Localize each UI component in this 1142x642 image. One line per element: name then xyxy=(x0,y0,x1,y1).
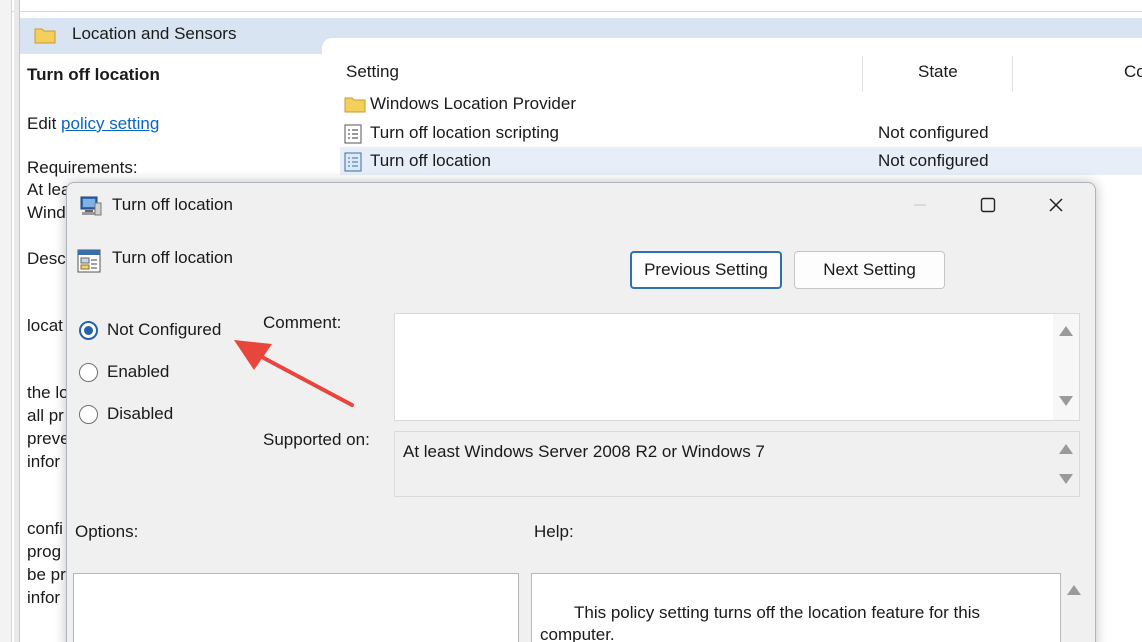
computer-icon xyxy=(79,195,103,222)
desc-fragment: infor xyxy=(27,452,61,471)
policy-icon xyxy=(344,124,362,149)
header-title: Location and Sensors xyxy=(72,24,237,43)
scroll-up-arrow-icon[interactable] xyxy=(1059,444,1073,454)
policy-icon xyxy=(344,152,362,177)
splitter[interactable] xyxy=(14,0,20,642)
column-header-comment[interactable]: Co xyxy=(1124,62,1142,82)
column-header-state[interactable]: State xyxy=(918,62,958,82)
desc-fragment: Wind xyxy=(27,203,66,222)
desc-fragment: be pr xyxy=(27,565,66,584)
radio-label: Disabled xyxy=(107,404,174,423)
next-setting-button[interactable]: Next Setting xyxy=(794,251,945,289)
requirements-label: Requirements: xyxy=(27,158,138,177)
scroll-up-arrow-icon[interactable] xyxy=(1059,326,1073,336)
supported-on-label: Supported on: xyxy=(263,430,370,449)
left-pane-edge xyxy=(0,0,12,642)
radio-button[interactable] xyxy=(79,362,98,382)
policy-title: Turn off location xyxy=(27,65,160,84)
options-label: Options: xyxy=(75,522,139,541)
policy-dialog: Turn off location Turn off location Prev… xyxy=(66,182,1096,642)
radio-disabled[interactable]: Disabled xyxy=(79,404,173,424)
previous-setting-button[interactable]: Previous Setting xyxy=(630,251,782,289)
radio-button-checked[interactable] xyxy=(79,320,98,340)
radio-label: Not Configured xyxy=(107,320,222,339)
desc-fragment: all pr xyxy=(27,406,64,425)
desc-fragment: the lo xyxy=(27,383,69,402)
radio-label: Enabled xyxy=(107,362,170,381)
table-row[interactable]: Turn off location scripting Not configur… xyxy=(340,119,1142,147)
help-text: This policy setting turns off the locati… xyxy=(540,603,981,642)
row-name: Turn off location scripting xyxy=(370,123,559,142)
desc-fragment: infor xyxy=(27,588,61,607)
close-button[interactable] xyxy=(1033,189,1079,221)
comment-scrollbar[interactable] xyxy=(1053,314,1079,420)
window-top-edge xyxy=(0,0,1142,12)
help-scroll-up-icon[interactable] xyxy=(1067,585,1081,595)
column-header-setting[interactable]: Setting xyxy=(346,62,399,82)
scroll-down-arrow-icon[interactable] xyxy=(1059,396,1073,406)
minimize-button[interactable] xyxy=(897,189,943,221)
edit-policy-line: Edit policy setting xyxy=(27,113,159,135)
maximize-button[interactable] xyxy=(965,189,1011,221)
table-row[interactable]: Windows Location Provider xyxy=(340,90,1142,118)
row-name: Windows Location Provider xyxy=(370,94,576,113)
help-label: Help: xyxy=(534,522,574,541)
radio-enabled[interactable]: Enabled xyxy=(79,362,169,382)
supported-on-field: At least Windows Server 2008 R2 or Windo… xyxy=(394,431,1080,497)
supported-on-value: At least Windows Server 2008 R2 or Windo… xyxy=(403,442,765,461)
desc-fragment: Descr xyxy=(27,249,72,268)
desc-fragment: confi xyxy=(27,519,63,538)
scroll-down-arrow-icon[interactable] xyxy=(1059,474,1073,484)
desc-fragment: prog xyxy=(27,542,62,561)
row-state: Not configured xyxy=(878,123,989,142)
column-separator[interactable] xyxy=(1012,56,1013,92)
edit-prefix: Edit xyxy=(27,114,57,133)
dialog-title: Turn off location xyxy=(112,195,233,214)
desc-fragment: preve xyxy=(27,429,70,448)
options-pane xyxy=(73,573,519,642)
supported-scrollbar[interactable] xyxy=(1053,432,1079,496)
row-state: Not configured xyxy=(878,151,989,170)
desc-fragment: locat xyxy=(27,316,63,335)
column-separator[interactable] xyxy=(862,56,863,92)
policy-name: Turn off location xyxy=(112,248,233,267)
comment-label: Comment: xyxy=(263,313,342,332)
comment-textarea[interactable] xyxy=(394,313,1080,421)
header-tab xyxy=(322,38,1142,60)
row-name: Turn off location xyxy=(370,151,491,170)
radio-button[interactable] xyxy=(79,404,98,424)
desc-fragment: At lea xyxy=(27,180,71,199)
help-pane: This policy setting turns off the locati… xyxy=(531,573,1061,642)
policy-setting-link[interactable]: policy setting xyxy=(61,114,159,133)
radio-not-configured[interactable]: Not Configured xyxy=(79,320,221,340)
table-row-selected[interactable]: Turn off location Not configured xyxy=(340,147,1142,175)
dialog-titlebar[interactable]: Turn off location xyxy=(67,183,1095,227)
folder-icon xyxy=(344,95,366,118)
folder-icon xyxy=(34,26,56,49)
policy-settings-icon xyxy=(77,249,101,278)
